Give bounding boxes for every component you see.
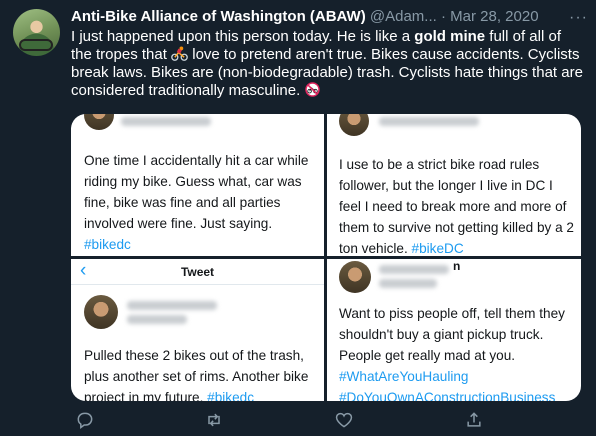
redacted-handle [379,279,437,288]
avatar[interactable] [13,9,60,56]
media-grid[interactable]: One time I accidentally hit a car while … [71,114,581,401]
hashtag-link[interactable]: #bikeDC [412,241,464,256]
tweet-actions [71,408,586,434]
tweet-text-part1: I just happened upon this person today. … [71,28,415,45]
user-handle[interactable]: @Adam... [370,8,437,25]
reply-icon[interactable] [75,410,95,430]
hashtag-link[interactable]: #DoYouOwnAConstructionBusiness [339,390,555,401]
retweet-icon[interactable] [204,410,224,430]
hashtag-link[interactable]: #bikedc [207,390,254,401]
display-name[interactable]: Anti-Bike Alliance of Washington (ABAW) [71,8,366,25]
redacted-name [379,117,479,126]
screenshot-text-body: Pulled these 2 bikes out of the trash, p… [84,348,309,401]
separator-dot: · [440,8,446,25]
tweet-header: Anti-Bike Alliance of Washington (ABAW) … [71,8,586,28]
no-bicycles-icon [305,82,321,97]
media-image-1[interactable]: One time I accidentally hit a car while … [71,114,324,256]
redacted-name [121,117,211,126]
screenshot-tweet-text: One time I accidentally hit a car while … [84,150,320,255]
screenshot-avatar [84,295,118,329]
share-icon[interactable] [464,410,484,430]
person-biking-icon [171,46,188,61]
redacted-name [379,265,449,274]
screenshot-tweet-text: I use to be a strict bike road rules fol… [339,154,575,256]
screenshot-avatar [84,114,114,130]
tweet-text: I just happened upon this person today. … [71,28,585,100]
screenshot-title: Tweet [180,265,215,279]
redacted-handle [127,315,187,324]
screenshot-text-body: One time I accidentally hit a car while … [84,153,309,231]
redacted-name [127,301,217,310]
media-image-2[interactable]: I use to be a strict bike road rules fol… [327,114,581,256]
screenshot-avatar [339,114,369,136]
screenshot-avatar [339,261,371,293]
tweet-date[interactable]: Mar 28, 2020 [450,8,538,25]
tweet-text-bold: gold mine [414,28,486,45]
heart-icon[interactable] [334,410,354,430]
hashtag-link[interactable]: #WhatAreYouHauling [339,369,468,384]
hashtag-link[interactable]: #bikedc [84,237,131,252]
more-options-icon[interactable]: ··· [569,9,588,27]
screenshot-tweet-text: Want to piss people off, tell them they … [339,303,579,401]
bike-graphic [19,39,53,51]
screenshot-tweet-text: Pulled these 2 bikes out of the trash, p… [84,345,320,401]
screenshot-nav-bar: ‹ Tweet [71,259,324,285]
media-image-3[interactable]: ‹ Tweet Pulled these 2 bikes out of the … [71,259,324,401]
screenshot-text-body: Want to piss people off, tell them they … [339,306,565,363]
screenshot-name-fragment: n [453,259,461,273]
media-image-4[interactable]: n Want to piss people off, tell them the… [327,259,581,401]
